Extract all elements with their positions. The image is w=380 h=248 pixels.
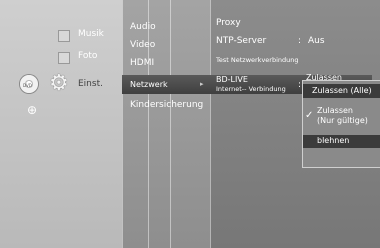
submenu-item-video[interactable]: Video	[130, 40, 155, 50]
submenu-item-audio[interactable]: Audio	[130, 22, 156, 32]
column-divider	[210, 0, 211, 248]
option-bd-live[interactable]: BD-LIVE	[216, 75, 248, 84]
column-divider	[122, 0, 123, 248]
bd-live-separator: :	[298, 80, 302, 90]
submenu-item-parental-control[interactable]: Kindersicherung	[130, 100, 203, 110]
submenu-column	[122, 0, 210, 248]
bd-live-dropdown: Zulassen (Alle) ✓ Zulassen (Nur gültige)…	[302, 80, 380, 168]
ntp-separator: :	[298, 36, 302, 46]
music-icon	[58, 30, 70, 42]
dropdown-option-reject[interactable]: blehnen	[303, 135, 380, 148]
photo-icon	[58, 52, 70, 64]
option-bd-live-subtitle: Internet-- Verbindung	[216, 85, 286, 93]
menu-item-settings[interactable]: Einst.	[78, 79, 103, 89]
ntp-value: Aus	[308, 36, 325, 46]
disc-label: DVD	[23, 83, 32, 88]
check-icon: ✓	[305, 110, 314, 121]
option-test-connection[interactable]: Test Netzwerkverbindung	[216, 56, 299, 64]
option-ntp-server[interactable]: NTP-Server	[216, 36, 266, 46]
dropdown-option-allow-all[interactable]: Zulassen (Alle)	[303, 84, 380, 98]
menu-item-photo[interactable]: Foto	[78, 51, 97, 61]
settings-screen: Musik Foto DVD ⚙ Einst. ⊕ Audio Video HD…	[0, 0, 380, 248]
dropdown-option-allow-valid[interactable]: ✓ Zulassen (Nur gültige)	[303, 102, 380, 132]
dropdown-option-label: Zulassen (Alle)	[312, 86, 372, 95]
dropdown-option-label-line1: Zulassen	[317, 106, 354, 115]
menu-item-music[interactable]: Musik	[78, 29, 104, 39]
dropdown-option-label-line2: (Nur gültige)	[317, 116, 368, 125]
selected-arrow-icon: ▸	[200, 80, 204, 88]
submenu-item-network[interactable]: Netzwerk	[130, 80, 168, 89]
column-divider	[148, 0, 149, 248]
dropdown-option-label: blehnen	[317, 136, 350, 145]
column-divider	[170, 0, 171, 248]
option-proxy[interactable]: Proxy	[216, 18, 241, 28]
network-globe-icon: ⊕	[27, 103, 38, 117]
settings-gear-icon: ⚙	[49, 71, 69, 96]
submenu-item-hdmi[interactable]: HDMI	[130, 58, 154, 68]
